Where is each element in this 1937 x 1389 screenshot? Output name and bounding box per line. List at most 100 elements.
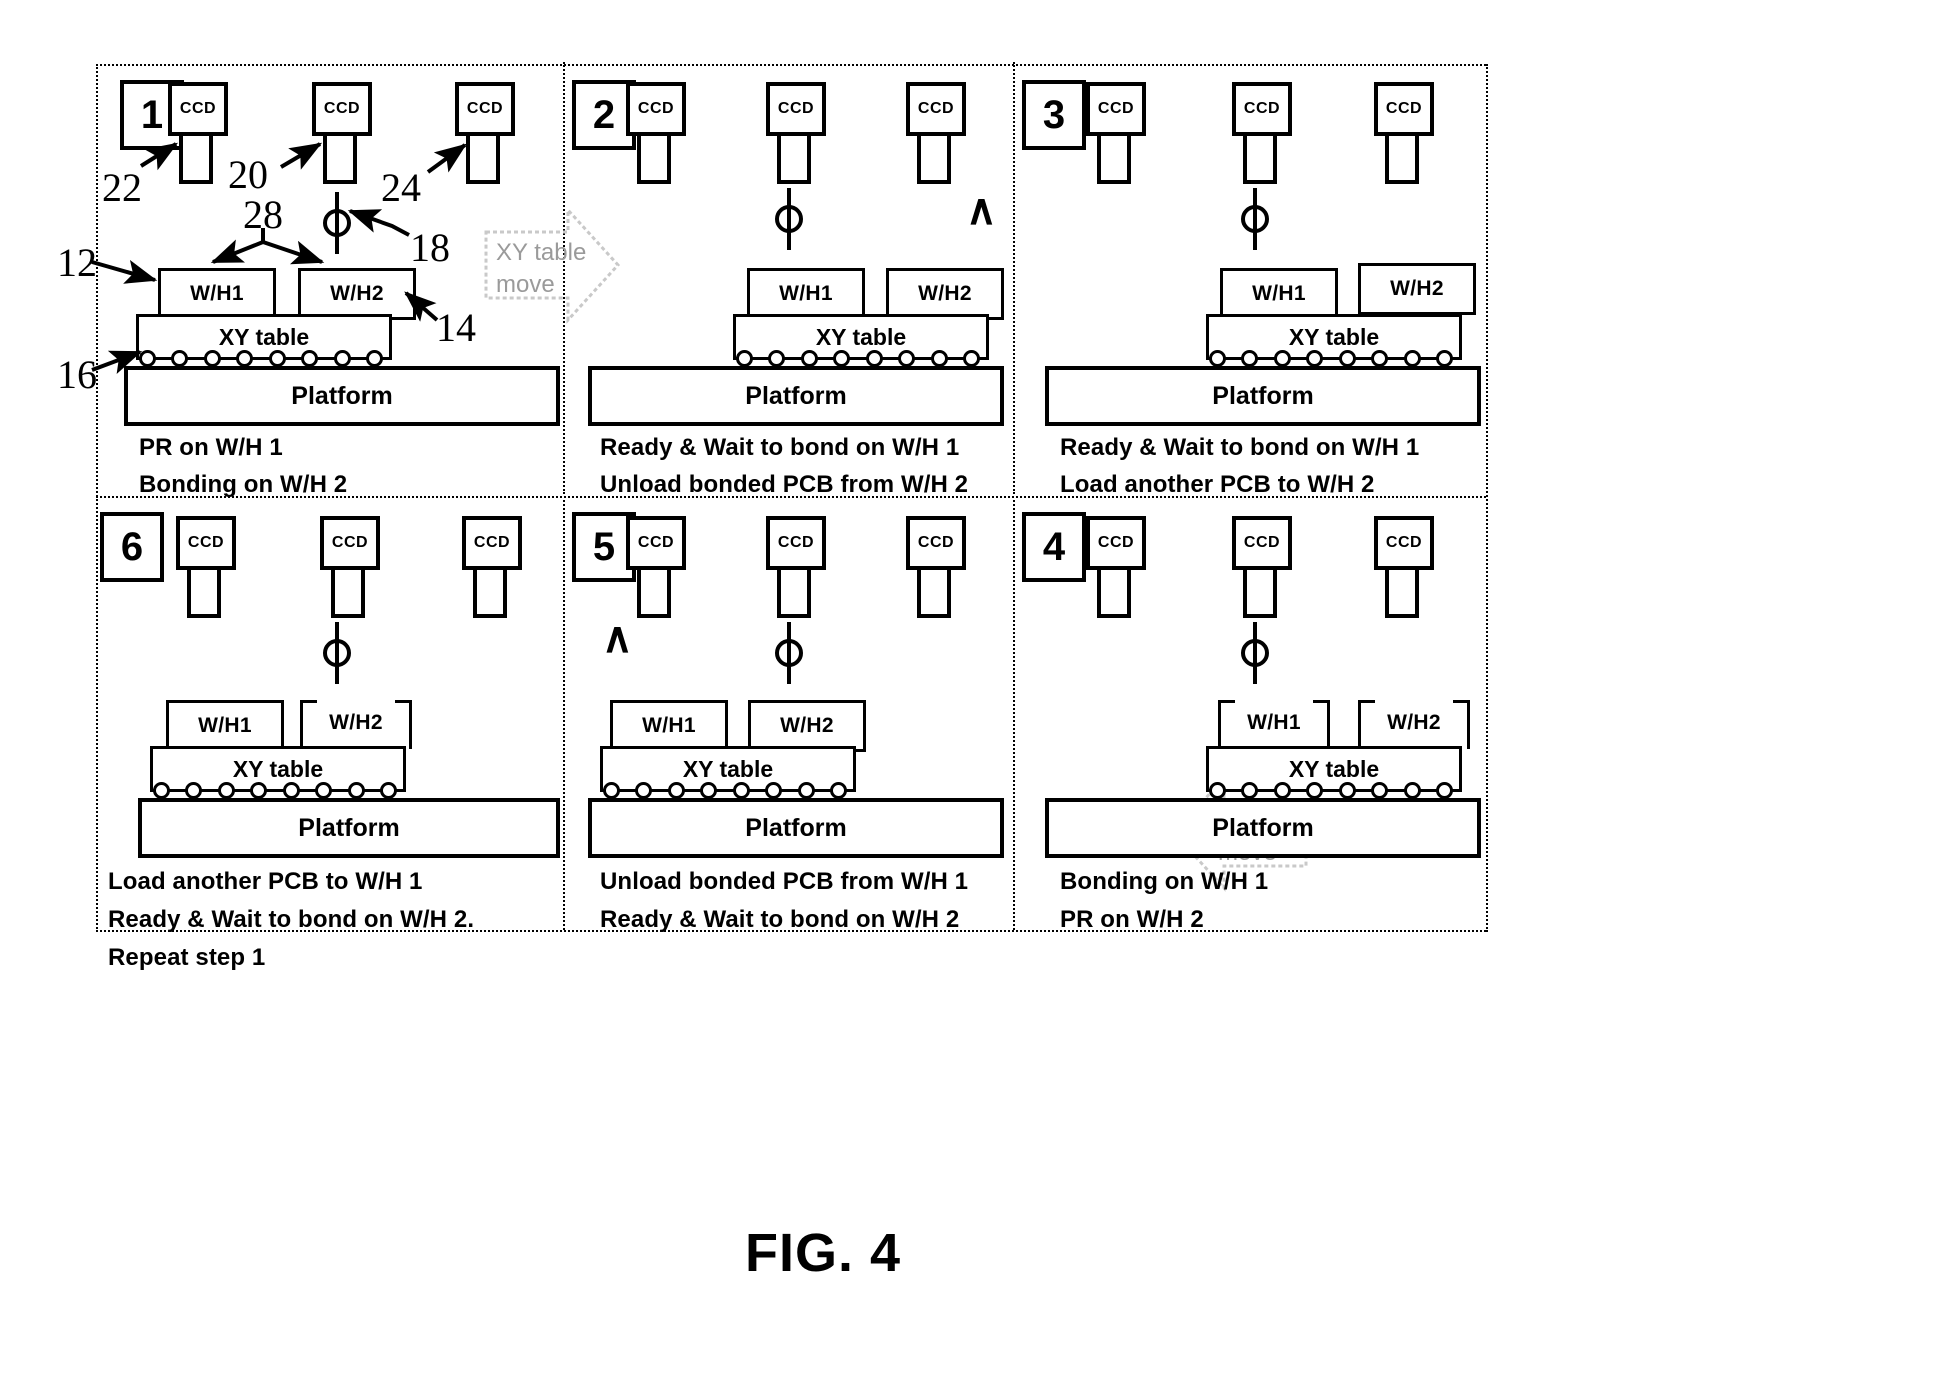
bond-head-ring bbox=[323, 639, 351, 667]
ccd-head-label: CCD bbox=[1374, 82, 1434, 136]
bearing-ball bbox=[379, 781, 397, 799]
step-number-label: 3 bbox=[1042, 93, 1066, 137]
panel-4-caption-line-2: PR on W/H 2 bbox=[1060, 906, 1204, 933]
ccd-stem bbox=[187, 570, 221, 618]
panel-6-caption-line-3: Repeat step 1 bbox=[108, 944, 266, 971]
ccd-camera-center-p6: CCD bbox=[320, 516, 380, 618]
panel-right-guide bbox=[1486, 64, 1488, 932]
bearing-ball bbox=[1209, 781, 1226, 799]
ccd-stem bbox=[777, 136, 811, 184]
callout-28: 28 bbox=[243, 192, 283, 237]
xy-table-label: XY table bbox=[232, 755, 324, 782]
platform-label: Platform bbox=[1212, 813, 1314, 842]
xy-table-label: XY table bbox=[218, 323, 310, 350]
ccd-stem bbox=[1385, 136, 1419, 184]
work-holder-1-p5: W/H1 bbox=[610, 700, 728, 752]
ccd-head-label: CCD bbox=[176, 516, 236, 570]
bearing-ball bbox=[171, 349, 189, 367]
ccd-stem bbox=[1385, 570, 1419, 618]
ccd-stem bbox=[917, 570, 951, 618]
work-holder-1-p6: W/H1 bbox=[166, 700, 284, 752]
step-number-label: 5 bbox=[592, 525, 616, 569]
bearing-ball bbox=[768, 349, 786, 367]
ccd-camera-center-p4: CCD bbox=[1232, 516, 1292, 618]
step-number-label: 1 bbox=[140, 93, 164, 137]
bearing-ball bbox=[203, 349, 221, 367]
bearing-ball bbox=[736, 349, 753, 367]
bearing-ball bbox=[603, 781, 620, 799]
ccd-head-label: CCD bbox=[462, 516, 522, 570]
ccd-stem bbox=[179, 136, 213, 184]
work-holder-2-p4: W/H2 bbox=[1358, 700, 1470, 749]
ccd-head-label: CCD bbox=[766, 82, 826, 136]
platform-label: Platform bbox=[298, 813, 400, 842]
ccd-stem bbox=[917, 136, 951, 184]
ccd-head-label: CCD bbox=[168, 82, 228, 136]
callout-16: 16 bbox=[57, 352, 97, 397]
work-holder-2-label: W/H2 bbox=[1387, 711, 1441, 734]
panel-2-caption-line-1: Ready & Wait to bond on W/H 1 bbox=[600, 434, 960, 461]
bearing-ball bbox=[797, 781, 815, 799]
ccd-camera-left-p4: CCD bbox=[1086, 516, 1146, 618]
xy-table-label: XY table bbox=[1288, 755, 1380, 782]
bearing-ball bbox=[1435, 781, 1453, 799]
xy-table-move-arrow-right: XY table move bbox=[482, 204, 622, 326]
platform-label: Platform bbox=[1212, 381, 1314, 410]
xy-table-label: XY table bbox=[682, 755, 774, 782]
bearing-ball bbox=[347, 781, 365, 799]
step-number-3: 3 bbox=[1022, 80, 1086, 150]
bond-head-ring bbox=[775, 639, 803, 667]
bond-head-p2 bbox=[772, 188, 806, 250]
bond-head-ring bbox=[1241, 639, 1269, 667]
ccd-camera-center-p1: CCD bbox=[312, 82, 372, 184]
ccd-camera-center-p5: CCD bbox=[766, 516, 826, 618]
ccd-head-label: CCD bbox=[1374, 516, 1434, 570]
bearing-ball bbox=[139, 349, 156, 367]
bearing-ball bbox=[301, 349, 319, 367]
bearing-ball bbox=[185, 781, 203, 799]
ccd-stem bbox=[473, 570, 507, 618]
platform-label: Platform bbox=[745, 381, 847, 410]
panel-3-caption-line-2: Load another PCB to W/H 2 bbox=[1060, 471, 1375, 498]
bearing-ball bbox=[1403, 349, 1421, 367]
bearing-ball bbox=[700, 781, 718, 799]
ccd-stem bbox=[1243, 136, 1277, 184]
ccd-stem bbox=[1097, 136, 1131, 184]
step-number-6: 6 bbox=[100, 512, 164, 582]
panel-3-caption-line-1: Ready & Wait to bond on W/H 1 bbox=[1060, 434, 1420, 461]
bearing-ball bbox=[333, 349, 351, 367]
work-holder-1-label: W/H1 bbox=[1252, 282, 1306, 305]
bearing-ball bbox=[1338, 781, 1356, 799]
ccd-head-label: CCD bbox=[1086, 82, 1146, 136]
work-holder-1-label: W/H1 bbox=[198, 714, 252, 737]
ccd-head-label: CCD bbox=[1232, 516, 1292, 570]
bearing-ball bbox=[930, 349, 948, 367]
figure-sheet: 1 CCD CCD CCD W/H1 W/H2 XY table Platfor… bbox=[0, 0, 1937, 1389]
bond-head-p3 bbox=[1238, 188, 1272, 250]
ccd-head-label: CCD bbox=[455, 82, 515, 136]
ccd-head-label: CCD bbox=[626, 516, 686, 570]
ccd-camera-left-p2: CCD bbox=[626, 82, 686, 184]
step-number-label: 2 bbox=[592, 93, 616, 137]
bearing-ball bbox=[1435, 349, 1453, 367]
bearing-ball bbox=[1306, 349, 1324, 367]
chevron-mark-p2: ∧ bbox=[966, 188, 997, 234]
platform-p3: Platform bbox=[1045, 366, 1481, 426]
panel-1-caption-line-1: PR on W/H 1 bbox=[139, 434, 283, 461]
bond-head-ring bbox=[1241, 205, 1269, 233]
callout-14: 14 bbox=[436, 305, 476, 350]
ccd-stem bbox=[637, 136, 671, 184]
bearing-ball bbox=[153, 781, 170, 799]
bearing-row-p1 bbox=[139, 348, 383, 368]
panel-left-guide bbox=[96, 64, 98, 932]
ccd-camera-right-p4: CCD bbox=[1374, 516, 1434, 618]
bearing-row-p3 bbox=[1209, 348, 1453, 368]
ccd-camera-left-p3: CCD bbox=[1086, 82, 1146, 184]
ccd-stem bbox=[323, 136, 357, 184]
ccd-camera-right-p5: CCD bbox=[906, 516, 966, 618]
ccd-stem bbox=[777, 570, 811, 618]
callout-18: 18 bbox=[410, 225, 450, 270]
bearing-ball bbox=[1273, 349, 1291, 367]
callout-12: 12 bbox=[57, 240, 97, 285]
work-holder-1-label: W/H1 bbox=[642, 714, 696, 737]
